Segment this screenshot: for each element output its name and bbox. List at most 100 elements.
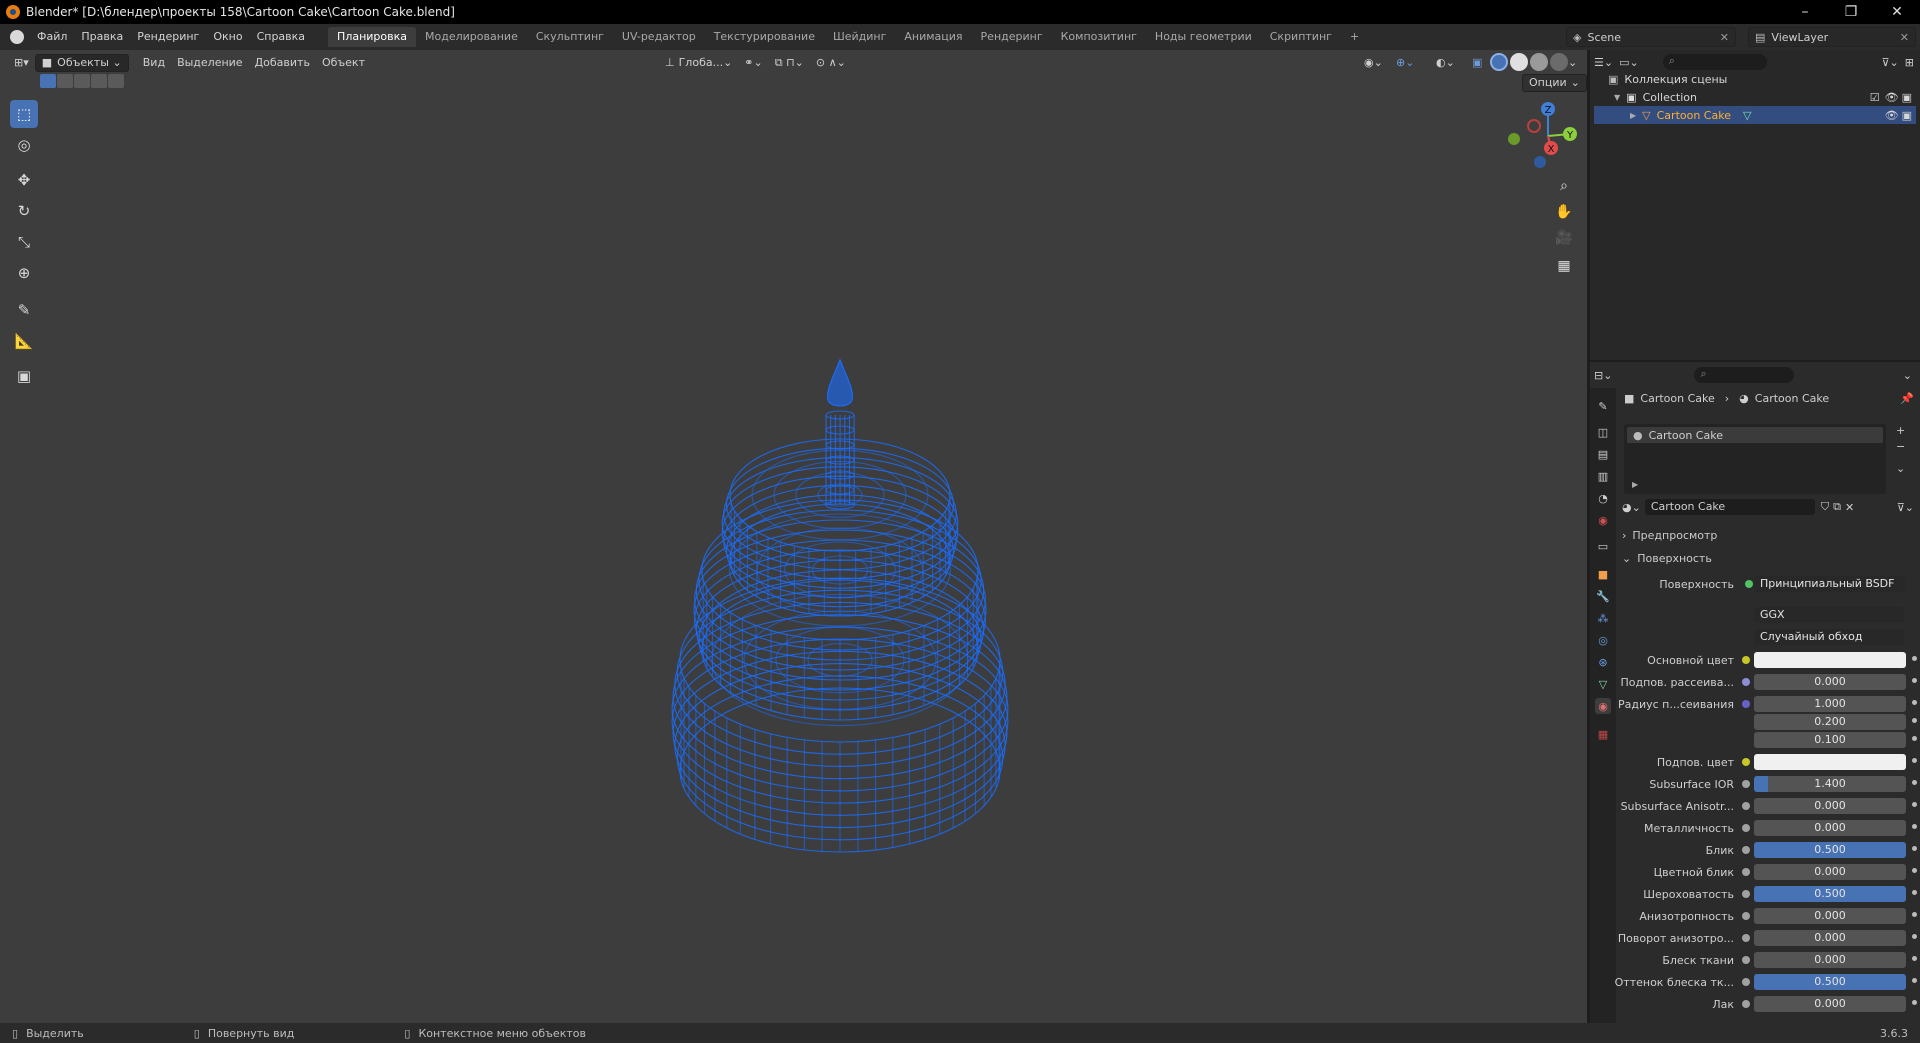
- numeric-field[interactable]: 0.500: [1754, 886, 1906, 902]
- keyframe-dot-icon[interactable]: [1912, 758, 1917, 763]
- render-tab-icon[interactable]: ◫: [1595, 424, 1611, 440]
- camera-render-icon[interactable]: ▣: [1902, 91, 1912, 104]
- tab-shading[interactable]: Шейдинг: [824, 27, 895, 47]
- snap-icon[interactable]: ⧉ ⊓⌄: [769, 54, 810, 72]
- numeric-field[interactable]: 0.000: [1754, 930, 1906, 946]
- constraints-tab-icon[interactable]: ⊛: [1595, 654, 1611, 670]
- keyframe-dot-icon[interactable]: [1912, 1000, 1917, 1005]
- numeric-field[interactable]: 0.000: [1754, 820, 1906, 836]
- collection-tab-icon[interactable]: ▭: [1595, 538, 1611, 554]
- data-tab-icon[interactable]: ▽: [1595, 676, 1611, 692]
- gizmo-neg-x-axis[interactable]: [1527, 119, 1541, 133]
- transform-tool-icon[interactable]: ⊕: [10, 259, 38, 287]
- scene-tab-icon[interactable]: ◔: [1595, 490, 1611, 506]
- input-socket-icon[interactable]: [1742, 802, 1750, 810]
- options-dropdown[interactable]: Опции ⌄: [1522, 74, 1587, 92]
- menu-select[interactable]: Выделение: [171, 54, 249, 72]
- outliner-row-collection[interactable]: ▼ ▣ Collection ☑ 👁 ▣: [1594, 88, 1916, 106]
- select-invert-icon[interactable]: [91, 74, 107, 88]
- slot-menu-chevron-icon[interactable]: ⌄: [1896, 462, 1905, 475]
- pin-icon[interactable]: 📌: [1900, 392, 1914, 405]
- subsurface-method-dropdown[interactable]: Случайный обход: [1754, 629, 1904, 645]
- menu-render[interactable]: Рендеринг: [130, 24, 206, 50]
- measure-tool-icon[interactable]: 📐: [10, 327, 38, 355]
- numeric-field[interactable]: 0.500: [1754, 842, 1906, 858]
- input-socket-icon[interactable]: [1742, 890, 1750, 898]
- keyframe-dot-icon[interactable]: [1912, 934, 1917, 939]
- output-tab-icon[interactable]: ▤: [1595, 446, 1611, 462]
- cartoon-cake-wireframe[interactable]: [600, 280, 1080, 920]
- add-workspace-button[interactable]: +: [1341, 27, 1368, 47]
- scene-selector[interactable]: ◈ Scene ✕: [1566, 27, 1736, 47]
- input-socket-icon[interactable]: [1742, 678, 1750, 686]
- physics-tab-icon[interactable]: ◎: [1595, 632, 1611, 648]
- duplicate-material-icon[interactable]: ⧉: [1833, 500, 1841, 514]
- remove-slot-icon[interactable]: −: [1896, 440, 1905, 453]
- properties-editor-icon[interactable]: ⊟⌄: [1594, 369, 1612, 382]
- menu-view[interactable]: Вид: [137, 54, 171, 72]
- minimize-button[interactable]: –: [1782, 0, 1828, 24]
- keyframe-dot-icon[interactable]: [1912, 824, 1917, 829]
- add-cube-tool-icon[interactable]: ▣: [10, 362, 38, 390]
- camera-view-icon[interactable]: 🎥: [1552, 226, 1576, 250]
- mode-dropdown[interactable]: ■ Объекты ⌄: [34, 54, 129, 72]
- editor-type-icon[interactable]: ⊞▾: [8, 54, 35, 72]
- keyframe-dot-icon[interactable]: [1912, 718, 1917, 723]
- eye-icon[interactable]: 👁: [1885, 91, 1899, 104]
- filter-icon[interactable]: ⊽⌄: [1882, 56, 1899, 69]
- blender-menu-icon[interactable]: [10, 30, 24, 44]
- keyframe-dot-icon[interactable]: [1912, 890, 1917, 895]
- cursor-tool-icon[interactable]: ◎: [10, 131, 38, 159]
- select-extend-icon[interactable]: [57, 74, 73, 88]
- input-socket-icon[interactable]: [1742, 912, 1750, 920]
- display-mode-icon[interactable]: ▭⌄: [1619, 56, 1639, 69]
- numeric-field[interactable]: 0.100: [1754, 732, 1906, 748]
- keyframe-dot-icon[interactable]: [1912, 868, 1917, 873]
- expand-arrow-icon[interactable]: ▶: [1630, 111, 1636, 120]
- material-browse-icon[interactable]: ◕⌄: [1622, 501, 1641, 514]
- numeric-field[interactable]: 0.500: [1754, 974, 1906, 990]
- numeric-field[interactable]: 0.000: [1754, 798, 1906, 814]
- world-tab-icon[interactable]: ◉: [1595, 512, 1611, 528]
- outliner-search-input[interactable]: ⌕: [1662, 54, 1767, 70]
- eye-icon[interactable]: 👁: [1885, 109, 1899, 122]
- scale-tool-icon[interactable]: ⤡: [10, 228, 38, 256]
- select-subtract-icon[interactable]: [74, 74, 90, 88]
- xray-toggle-icon[interactable]: ▣: [1466, 54, 1488, 72]
- pan-hand-icon[interactable]: ✋: [1552, 200, 1576, 224]
- input-socket-icon[interactable]: [1742, 868, 1750, 876]
- keyframe-dot-icon[interactable]: [1912, 846, 1917, 851]
- wireframe-shading-icon[interactable]: [1490, 53, 1508, 71]
- perspective-grid-icon[interactable]: ▦: [1552, 254, 1576, 278]
- panel-preview-header[interactable]: › Предпросмотр: [1622, 526, 1914, 544]
- tab-animation[interactable]: Анимация: [895, 27, 971, 47]
- pivot-icon[interactable]: ⚭⌄: [738, 54, 768, 72]
- input-socket-icon[interactable]: [1742, 978, 1750, 986]
- keyframe-dot-icon[interactable]: [1912, 956, 1917, 961]
- keyframe-dot-icon[interactable]: [1912, 656, 1917, 661]
- select-intersect-icon[interactable]: [108, 74, 124, 88]
- menu-file[interactable]: Файл: [30, 24, 74, 50]
- view-layer-tab-icon[interactable]: ▥: [1595, 468, 1611, 484]
- input-socket-icon[interactable]: [1742, 846, 1750, 854]
- tab-compositing[interactable]: Композитинг: [1052, 27, 1146, 47]
- panel-surface-header[interactable]: ⌄ Поверхность: [1622, 549, 1914, 567]
- numeric-field[interactable]: 0.000: [1754, 864, 1906, 880]
- select-new-icon[interactable]: [40, 74, 56, 88]
- rotate-tool-icon[interactable]: ↻: [10, 197, 38, 225]
- gizmo-neg-z-axis[interactable]: [1534, 156, 1546, 168]
- material-slot-item[interactable]: ● Cartoon Cake: [1627, 427, 1883, 443]
- close-button[interactable]: ✕: [1874, 0, 1920, 24]
- numeric-field[interactable]: 0.000: [1754, 996, 1906, 1012]
- shading-options-chevron-icon[interactable]: ⌄: [1562, 54, 1583, 72]
- new-collection-icon[interactable]: ⊞: [1905, 56, 1914, 69]
- input-socket-icon[interactable]: [1742, 780, 1750, 788]
- numeric-field[interactable]: 0.000: [1754, 952, 1906, 968]
- numeric-field[interactable]: 1.000: [1754, 696, 1906, 712]
- numeric-field[interactable]: 0.000: [1754, 674, 1906, 690]
- unlink-material-icon[interactable]: ✕: [1845, 501, 1854, 514]
- overlay-toggle-icon[interactable]: ◐⌄: [1430, 54, 1461, 72]
- tab-layout[interactable]: Планировка: [328, 27, 417, 47]
- viewlayer-selector[interactable]: ▤ ViewLayer ✕: [1748, 27, 1916, 47]
- material-shading-icon[interactable]: [1530, 53, 1548, 71]
